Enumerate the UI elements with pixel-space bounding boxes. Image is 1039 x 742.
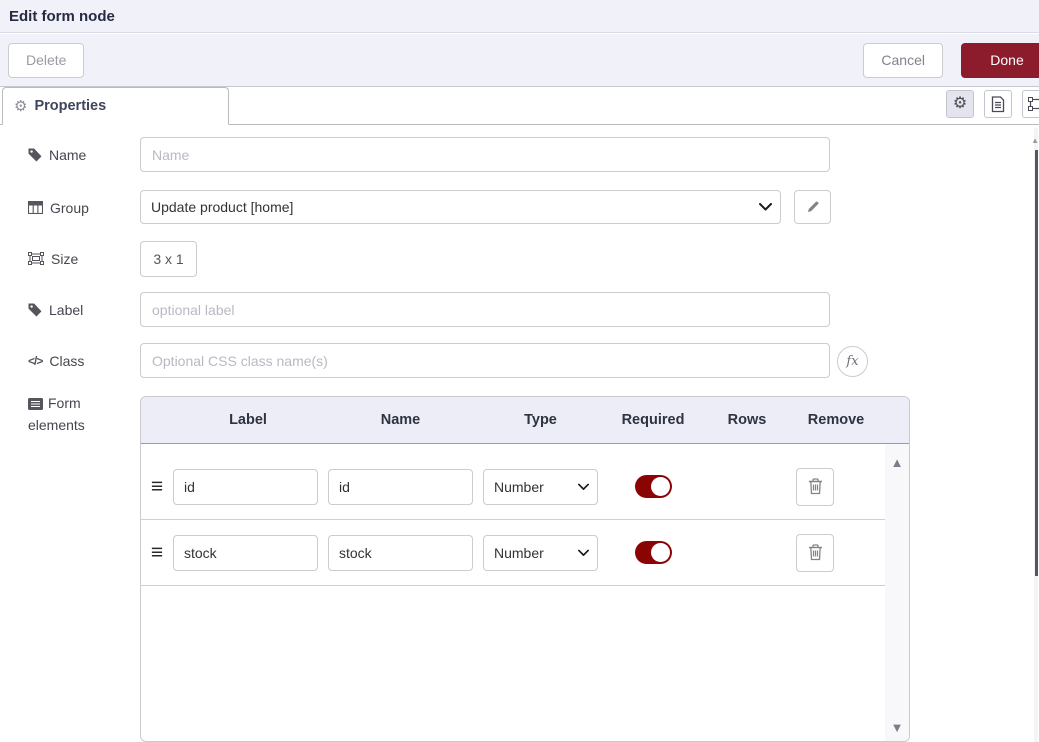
gear-icon: ⚙ xyxy=(953,96,967,112)
name-field-label: Name xyxy=(28,137,86,172)
element-label-input[interactable] xyxy=(173,535,318,571)
drag-handle[interactable]: ≡ xyxy=(141,476,173,497)
scroll-up-icon[interactable]: ▲ xyxy=(885,456,909,469)
size-field-label: Size xyxy=(28,241,78,276)
column-header-remove: Remove xyxy=(791,412,881,428)
class-field-label: </> Class xyxy=(28,343,84,378)
trash-icon xyxy=(808,544,823,561)
dialog-title: Edit form node xyxy=(9,8,115,25)
label-input[interactable] xyxy=(140,292,830,327)
object-group-icon xyxy=(28,252,44,265)
label-field-label: Label xyxy=(28,292,83,327)
form-elements-rows: ≡ Number ≡ xyxy=(141,444,885,742)
size-field-label-text: Size xyxy=(51,251,78,267)
form-elements-table-body: ≡ Number ≡ xyxy=(141,444,909,742)
element-type-select[interactable]: Number xyxy=(483,469,598,505)
fx-icon: fx xyxy=(846,354,858,369)
element-name-input[interactable] xyxy=(328,535,473,571)
drag-handle[interactable]: ≡ xyxy=(141,542,173,563)
required-toggle[interactable] xyxy=(635,541,672,564)
class-input[interactable] xyxy=(140,343,830,378)
name-field-label-text: Name xyxy=(49,147,86,163)
name-input[interactable] xyxy=(140,137,830,172)
remove-row-button[interactable] xyxy=(796,468,834,506)
form-elements-table-header: Label Name Type Required Rows Remove xyxy=(141,397,909,444)
group-field-label: Group xyxy=(28,190,89,225)
required-toggle[interactable] xyxy=(635,475,672,498)
tab-properties[interactable]: ⚙ Properties xyxy=(2,87,229,125)
group-select-wrap: Update product [home] xyxy=(140,190,781,224)
group-field-label-text: Group xyxy=(50,200,89,216)
table-icon xyxy=(28,201,43,214)
form-elements-table: Label Name Type Required Rows Remove ≡ N… xyxy=(140,396,910,742)
dialog-title-bar: Edit form node xyxy=(0,0,1039,33)
delete-button[interactable]: Delete xyxy=(8,43,84,78)
element-name-input[interactable] xyxy=(328,469,473,505)
edit-form-node-dialog: { "header": { "title": "Edit form node" … xyxy=(0,0,1039,742)
gear-icon: ⚙ xyxy=(14,99,27,114)
trash-icon xyxy=(808,478,823,495)
form-element-row: ≡ Number xyxy=(141,454,885,520)
dialog-scroll-up-icon[interactable]: ▲ xyxy=(1031,136,1039,145)
appearance-tab-button[interactable] xyxy=(1022,90,1039,118)
table-scrollbar[interactable]: ▲ ▼ xyxy=(885,444,909,742)
code-icon: </> xyxy=(28,354,42,368)
label-field-label-text: Label xyxy=(49,302,83,318)
edit-group-button[interactable] xyxy=(794,190,831,224)
remove-row-button[interactable] xyxy=(796,534,834,572)
tab-properties-label: Properties xyxy=(34,98,106,114)
cancel-button[interactable]: Cancel xyxy=(863,43,943,78)
column-header-required: Required xyxy=(603,412,703,428)
dialog-scrollbar-thumb[interactable] xyxy=(1035,150,1038,576)
column-header-name: Name xyxy=(323,412,478,428)
pencil-icon xyxy=(806,200,820,214)
list-alt-icon xyxy=(28,398,43,410)
form-element-row: ≡ Number xyxy=(141,520,885,586)
scroll-down-icon[interactable]: ▼ xyxy=(885,721,909,734)
form-elements-field-label: Form elements xyxy=(28,392,128,436)
done-button[interactable]: Done xyxy=(961,43,1039,78)
element-label-input[interactable] xyxy=(173,469,318,505)
column-header-type: Type xyxy=(478,412,603,428)
class-field-label-text: Class xyxy=(49,353,84,369)
dialog-toolbar: Delete Cancel Done xyxy=(0,34,1039,87)
tab-bar: ⚙ Properties ⚙ xyxy=(0,87,1039,125)
size-button[interactable]: 3 x 1 xyxy=(140,241,197,277)
class-expression-button[interactable]: fx xyxy=(837,346,868,377)
column-header-rows: Rows xyxy=(703,412,791,428)
column-header-label: Label xyxy=(173,412,323,428)
description-tab-button[interactable] xyxy=(984,90,1012,118)
tag-icon xyxy=(28,303,42,317)
group-select[interactable]: Update product [home] xyxy=(140,190,781,224)
tag-icon xyxy=(28,148,42,162)
document-icon xyxy=(991,96,1005,113)
tab-action-buttons: ⚙ xyxy=(946,90,1039,118)
layout-icon xyxy=(1028,97,1039,111)
properties-tab-button[interactable]: ⚙ xyxy=(946,90,974,118)
element-type-select[interactable]: Number xyxy=(483,535,598,571)
